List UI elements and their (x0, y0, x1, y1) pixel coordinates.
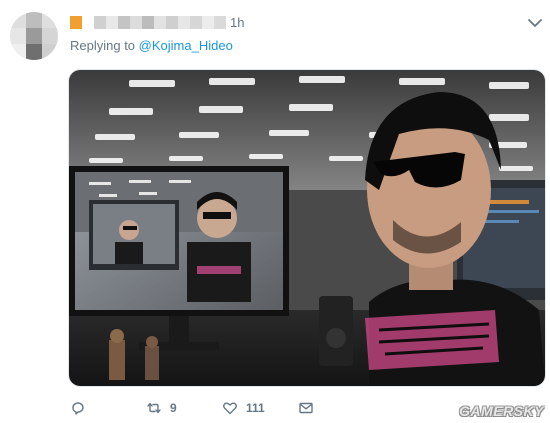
chevron-down-icon[interactable] (526, 14, 544, 32)
tweet-timestamp[interactable]: 1h (230, 15, 244, 30)
tweet-header: 1h (70, 14, 244, 30)
mail-icon (299, 402, 313, 414)
selfie-photo-illustration (69, 70, 545, 386)
reply-icon (72, 402, 84, 415)
reply-action[interactable] (70, 398, 86, 418)
tweet-photo[interactable] (68, 69, 546, 387)
retweet-action[interactable]: 9 (146, 398, 177, 418)
retweet-count: 9 (170, 401, 177, 415)
avatar[interactable] (10, 12, 58, 60)
like-action[interactable]: 111 (222, 398, 265, 418)
tweet-actions: 9 111 (70, 398, 370, 418)
heart-icon (223, 402, 237, 415)
watermark: GAMERSKY (459, 403, 544, 419)
reply-mention-link[interactable]: @Kojima_Hideo (139, 38, 233, 53)
reply-prefix: Replying to (70, 38, 136, 53)
like-count: 111 (246, 401, 265, 415)
tweet: 1h Replying to @Kojima_Hideo 9 111 GAMER… (0, 0, 550, 423)
dm-action[interactable] (298, 398, 314, 418)
retweet-icon (147, 402, 161, 414)
username-pixelated[interactable] (70, 15, 226, 29)
reply-context: Replying to @Kojima_Hideo (70, 38, 233, 53)
